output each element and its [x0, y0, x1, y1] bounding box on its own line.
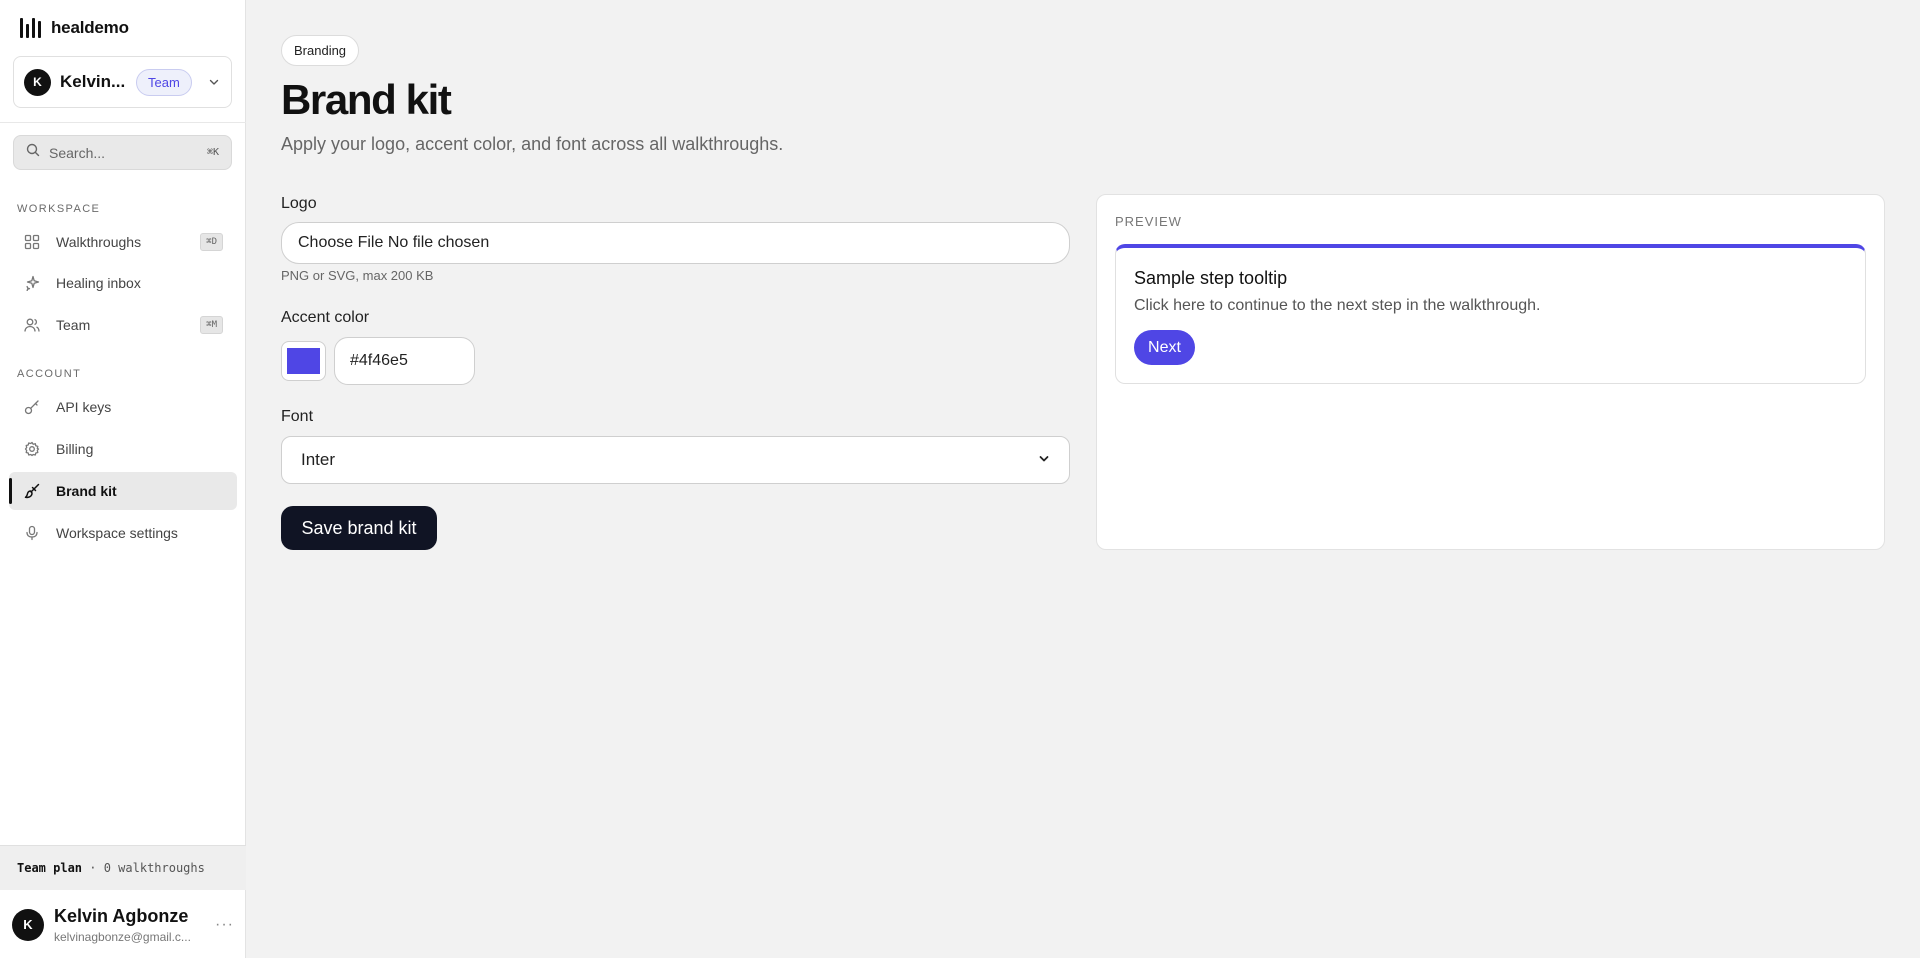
section-label-workspace: WORKSPACE — [17, 203, 101, 215]
sidebar-item-walkthroughs[interactable]: Walkthroughs ⌘D — [9, 223, 237, 261]
sample-tooltip: Sample step tooltip Click here to contin… — [1115, 244, 1866, 384]
search-shortcut: ⌘K — [206, 147, 219, 158]
sidebar-item-label: Healing inbox — [56, 275, 141, 291]
plan-badge: Team — [136, 68, 192, 96]
tooltip-text: Click here to continue to the next step … — [1134, 297, 1541, 314]
user-info: Kelvin Agbonze kelvinagbonze@gmail.c... — [54, 906, 204, 944]
brand[interactable]: healdemo — [20, 18, 129, 38]
workspace-switcher[interactable]: K Kelvin... Team — [13, 56, 232, 108]
sidebar-item-label: Workspace settings — [56, 525, 178, 541]
font-select[interactable]: Inter — [281, 436, 1070, 484]
main-content: Branding Brand kit Apply your logo, acce… — [247, 0, 1920, 958]
accent-color-label: Accent color — [281, 309, 370, 326]
sidebar: healdemo K Kelvin... Team Search... ⌘K W… — [0, 0, 246, 958]
key-icon — [23, 398, 41, 416]
next-button[interactable]: Next — [1134, 330, 1195, 365]
more-options-icon[interactable]: ··· — [215, 916, 234, 934]
user-profile[interactable]: K Kelvin Agbonze kelvinagbonze@gmail.c..… — [0, 891, 246, 958]
accent-color-picker[interactable] — [281, 341, 326, 381]
sidebar-item-label: API keys — [56, 399, 112, 415]
workspace-name: Kelvin... — [60, 72, 126, 91]
sidebar-item-label: Team — [56, 317, 91, 333]
color-swatch — [287, 348, 320, 374]
sidebar-item-label: Brand kit — [56, 483, 117, 499]
workspace-avatar: K — [24, 68, 51, 96]
shortcut-badge: ⌘M — [200, 316, 223, 334]
breadcrumb[interactable]: Branding — [281, 35, 360, 66]
sidebar-item-label: Billing — [56, 441, 94, 457]
plan-summary: Team plan · 0 walkthroughs — [0, 845, 246, 890]
page-subtitle: Apply your logo, accent color, and font … — [281, 134, 784, 154]
font-selected-value: Inter — [301, 450, 336, 469]
search-input[interactable]: Search... ⌘K — [13, 135, 232, 170]
logo-hint: PNG or SVG, max 200 KB — [281, 268, 434, 283]
plan-name: Team plan — [17, 861, 83, 875]
sidebar-item-team[interactable]: Team ⌘M — [9, 306, 237, 344]
paintbrush-icon — [23, 482, 41, 500]
tooltip-title: Sample step tooltip — [1134, 268, 1288, 288]
search-placeholder: Search... — [49, 144, 106, 161]
sidebar-item-healing-inbox[interactable]: Healing inbox — [9, 264, 237, 302]
user-name: Kelvin Agbonze — [54, 905, 189, 926]
users-icon — [23, 316, 41, 334]
preview-label: PREVIEW — [1115, 214, 1182, 229]
shortcut-badge: ⌘D — [200, 233, 223, 251]
user-email: kelvinagbonze@gmail.c... — [54, 929, 191, 944]
page-title: Brand kit — [281, 76, 452, 123]
bars-logo-icon — [20, 18, 41, 38]
chevron-down-icon — [207, 75, 221, 89]
app-name: healdemo — [51, 18, 129, 37]
plan-detail: · 0 walkthroughs — [89, 861, 205, 875]
sidebar-item-billing[interactable]: Billing — [9, 430, 237, 468]
divider — [0, 122, 246, 123]
sidebar-item-brand-kit[interactable]: Brand kit — [9, 472, 237, 510]
sidebar-item-api-keys[interactable]: API keys — [9, 388, 237, 426]
accent-hex-input[interactable]: #4f46e5 — [334, 337, 475, 385]
logo-label: Logo — [281, 195, 317, 212]
sidebar-item-label: Walkthroughs — [56, 234, 142, 250]
sidebar-item-workspace-settings[interactable]: Workspace settings — [9, 514, 237, 552]
search-icon — [26, 143, 40, 162]
logo-file-input[interactable]: Choose File No file chosen — [281, 222, 1070, 264]
sparkle-icon — [23, 274, 41, 292]
mic-icon — [23, 524, 41, 542]
save-brand-kit-button[interactable]: Save brand kit — [281, 506, 437, 550]
chevron-down-icon — [1038, 450, 1050, 470]
preview-panel: PREVIEW Sample step tooltip Click here t… — [1096, 194, 1885, 550]
font-label: Font — [281, 408, 314, 425]
grid-icon — [23, 233, 41, 251]
avatar: K — [12, 908, 44, 941]
section-label-account: ACCOUNT — [17, 368, 82, 380]
gear-icon — [23, 440, 41, 458]
